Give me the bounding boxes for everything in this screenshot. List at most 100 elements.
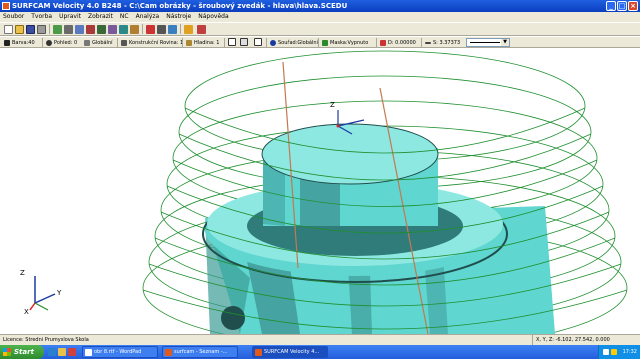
surfcam-window: SURFCAM Velocity 4.0 B248 - C:\Cam obráz… bbox=[0, 0, 640, 359]
xyz-label: X, Y, Z: bbox=[536, 337, 554, 343]
toolbar-separator bbox=[266, 38, 267, 48]
coordinates-selector[interactable]: Souřad:Globální bbox=[270, 38, 318, 48]
layer-label: Hladina: 1 bbox=[194, 40, 220, 46]
color-swatch-icon bbox=[4, 40, 10, 46]
invert-selection-icon[interactable] bbox=[254, 38, 262, 46]
status-bar: Licence: Stredni Prumyslova Skola X, Y, … bbox=[0, 334, 640, 346]
toolbar-separator bbox=[182, 38, 183, 48]
mask-selector[interactable]: Maska:Vypnuto bbox=[322, 38, 368, 48]
undo-icon[interactable] bbox=[130, 25, 139, 34]
menu-tvorba[interactable]: Tvorba bbox=[31, 12, 52, 22]
select-window-icon[interactable] bbox=[228, 38, 236, 46]
start-button[interactable]: Start bbox=[0, 345, 44, 359]
xyz-value: -6.102, 27.542, 0.000 bbox=[555, 337, 610, 343]
close-button[interactable]: × bbox=[628, 1, 638, 11]
surfcam-velocity-icon bbox=[255, 349, 262, 356]
construction-plane-selector[interactable]: Konstrukční Rovina: 1 bbox=[121, 38, 183, 48]
quicklaunch-media-icon[interactable] bbox=[68, 348, 76, 356]
globe-icon bbox=[84, 40, 90, 46]
title-bar: SURFCAM Velocity 4.0 B248 - C:\Cam obráz… bbox=[0, 0, 640, 12]
depth-field[interactable]: D: 0.00000 bbox=[380, 38, 416, 48]
maximize-button[interactable]: □ bbox=[617, 1, 627, 11]
select-all-icon[interactable] bbox=[240, 38, 248, 46]
save-icon[interactable] bbox=[26, 25, 35, 34]
zoom-all-icon[interactable] bbox=[75, 25, 84, 34]
depth-label: D: 0.00000 bbox=[388, 40, 416, 46]
model-axis-z-label: Z bbox=[330, 101, 335, 109]
minimize-button[interactable]: _ bbox=[606, 1, 616, 11]
tray-network-icon[interactable] bbox=[603, 349, 609, 355]
menu-napoveda[interactable]: Nápověda bbox=[198, 12, 228, 22]
depth-icon bbox=[380, 40, 386, 46]
nc-operation-icon[interactable] bbox=[197, 25, 206, 34]
clock[interactable]: 17:32 bbox=[623, 349, 637, 355]
toolbar-separator bbox=[180, 24, 181, 34]
view-space-selector[interactable]: Globální bbox=[84, 38, 113, 48]
menu-analyza[interactable]: Analýza bbox=[136, 12, 160, 22]
window-title: SURFCAM Velocity 4.0 B248 - C:\Cam obráz… bbox=[12, 2, 348, 10]
pan-icon[interactable] bbox=[108, 25, 117, 34]
global-axis-x-label: X bbox=[24, 308, 29, 316]
toolbar-separator bbox=[376, 38, 377, 48]
system-tray: 17:32 bbox=[598, 345, 640, 359]
global-axis-z-label: Z bbox=[20, 269, 25, 277]
menu-soubor[interactable]: Soubor bbox=[3, 12, 24, 22]
task-surfcam-list[interactable]: surfcam - Seznam -... bbox=[162, 346, 238, 358]
print-icon[interactable] bbox=[37, 25, 46, 34]
windows-logo-icon bbox=[3, 348, 11, 356]
view-selector[interactable]: Pohled: 0 bbox=[46, 38, 77, 48]
global-axis-y-label: Y bbox=[56, 289, 62, 297]
menu-nc[interactable]: NC bbox=[120, 12, 129, 22]
wordpad-icon bbox=[85, 349, 92, 356]
surfcam-list-icon bbox=[165, 349, 172, 356]
new-file-icon[interactable] bbox=[4, 25, 13, 34]
layers-icon[interactable] bbox=[168, 25, 177, 34]
open-folder-icon[interactable] bbox=[15, 25, 24, 34]
coordinates-label: Souřad:Globální bbox=[278, 40, 318, 46]
chevron-down-icon[interactable]: ▼ bbox=[501, 39, 509, 46]
view-iso-icon[interactable] bbox=[53, 25, 62, 34]
rotate-icon[interactable] bbox=[97, 25, 106, 34]
menu-nastroje[interactable]: Nástroje bbox=[166, 12, 191, 22]
task-surfcam-list-label: surfcam - Seznam -... bbox=[174, 349, 228, 355]
graphics-viewport[interactable]: Z Z Y X bbox=[0, 48, 640, 334]
global-axis-triad: Z Y X bbox=[20, 269, 62, 316]
coordinate-system-icon bbox=[270, 40, 276, 46]
zoom-window-icon[interactable] bbox=[64, 25, 73, 34]
trim-icon[interactable] bbox=[157, 25, 166, 34]
menu-upravit[interactable]: Upravit bbox=[59, 12, 81, 22]
color-label: Barva:40 bbox=[12, 40, 35, 46]
toolbar-separator bbox=[42, 38, 43, 48]
construction-plane-label: Konstrukční Rovina: 1 bbox=[129, 40, 184, 46]
repaint-icon[interactable] bbox=[86, 25, 95, 34]
spacing-label: S: 3.37373 bbox=[433, 40, 461, 46]
mask-label: Maska:Vypnuto bbox=[330, 40, 369, 46]
toolbar-separator bbox=[224, 38, 225, 48]
tool-icon[interactable] bbox=[184, 25, 193, 34]
toolbar-separator bbox=[49, 24, 50, 34]
toolbar-separator bbox=[421, 38, 422, 48]
tray-volume-icon[interactable] bbox=[611, 349, 617, 355]
task-surfcam-velocity[interactable]: SURFCAM Velocity 4... bbox=[252, 346, 328, 358]
toolbar-separator bbox=[318, 38, 319, 48]
layer-selector[interactable]: Hladina: 1 bbox=[186, 38, 219, 48]
shade-icon[interactable] bbox=[119, 25, 128, 34]
window-controls: _ □ × bbox=[606, 1, 638, 11]
surfcam-app-icon[interactable] bbox=[2, 2, 10, 10]
layer-icon bbox=[186, 40, 192, 46]
color-selector[interactable]: Barva:40 bbox=[4, 38, 35, 48]
start-label: Start bbox=[14, 348, 34, 356]
plane-icon bbox=[121, 40, 127, 46]
eye-icon bbox=[46, 40, 52, 46]
toolbar-separator bbox=[117, 38, 118, 48]
delete-icon[interactable] bbox=[146, 25, 155, 34]
spacing-icon bbox=[425, 42, 431, 44]
task-wordpad[interactable]: obr 8.rtf - WordPad bbox=[82, 346, 158, 358]
menu-zobrazit[interactable]: Zobrazit bbox=[88, 12, 113, 22]
line-style-dropdown[interactable]: ▼ bbox=[466, 38, 510, 47]
spacing-field[interactable]: S: 3.37373 bbox=[425, 38, 460, 48]
model-canvas[interactable]: Z Z Y X bbox=[0, 48, 640, 334]
quicklaunch-ie-icon[interactable] bbox=[48, 348, 56, 356]
properties-toolbar: Barva:40 Pohled: 0 Globální Konstrukční … bbox=[0, 36, 640, 48]
quicklaunch-folder-icon[interactable] bbox=[58, 348, 66, 356]
